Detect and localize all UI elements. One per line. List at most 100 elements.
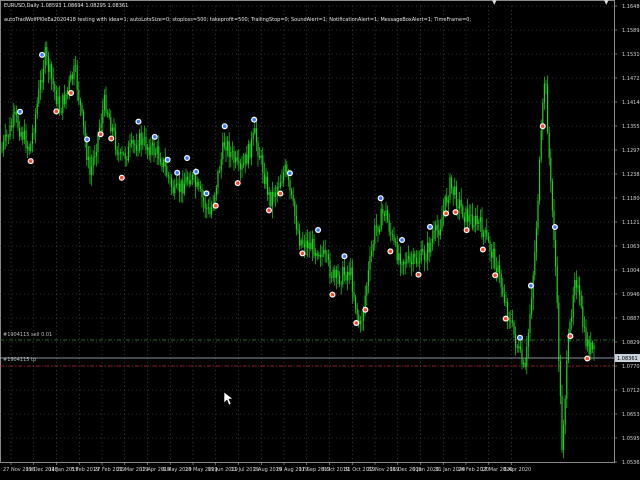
candle-body [324,249,326,254]
candle-body [150,145,152,156]
candle-body [395,241,397,243]
candle-body [319,254,321,258]
sell-arrow-dot [388,249,393,254]
sell-arrow-dot [300,251,305,256]
candle-body [460,199,462,207]
candle-body [423,252,425,260]
candle-body [121,152,123,154]
period-separator-arrow-icon: ▼ [604,0,609,6]
candle-body [259,156,261,158]
candle-body [479,217,481,222]
sell-arrow-dot [330,292,335,297]
candle-body [396,242,398,261]
candle-body [227,141,229,151]
candle-body [403,261,405,265]
candle-body [137,150,139,151]
tp-order-label: #1904115 tp [3,357,37,363]
candle-body [551,181,553,211]
candle-body [97,133,99,152]
candle-body [481,217,483,237]
candle-body [335,270,337,278]
candle-body [161,162,163,168]
candle-body [519,346,521,350]
sell-arrow-dot [464,228,469,232]
candle-body [356,308,358,315]
candle-body [52,78,54,85]
candle-body [433,230,435,239]
candle-body [347,271,349,281]
candle-body [463,216,465,222]
candle-body [543,83,545,103]
candle-body [148,147,150,156]
candle-body [166,166,168,176]
candle-body [366,285,368,296]
candle-body [295,215,297,230]
buy-arrow-dot [85,137,89,142]
candle-body [100,123,102,128]
price-chart[interactable]: 1.16480 1.15895 1.15310 1.14725 1.14140 1.135… [0,0,640,480]
candle-body [374,225,376,245]
candle-body [475,215,477,226]
candle-body [131,139,133,144]
buy-arrow-dot [252,117,256,122]
candle-body [83,111,85,127]
sell-arrow-dot [235,181,240,185]
candle-body [321,253,323,258]
candle-body [566,360,568,399]
candle-body [235,157,237,163]
candle-body [398,253,400,261]
candle-body [524,362,526,367]
sell-arrow-dot [28,159,33,163]
candle-body [427,242,429,260]
candle-body [75,65,77,67]
candle-body [511,320,513,323]
candle-body [257,142,259,157]
candle-body [116,149,118,155]
candle-body [219,171,221,172]
buy-arrow-dot [553,225,557,229]
candle-body [233,151,235,163]
candle-body [171,178,173,188]
candle-body [30,144,32,152]
candle-body [500,274,502,288]
candle-body [531,298,533,315]
price-label: 1.14140 [622,100,640,106]
time-axis: 27 Nov 201819 Dec 201814 Jan 20195 Feb 2… [3,462,531,473]
candle-body [451,177,453,189]
candle-body [518,346,520,348]
candle-body [540,130,542,160]
chart-window[interactable]: 1.16480 1.15895 1.15310 1.14725 1.14140 1.135… [0,0,640,480]
sell-arrow-dot [568,334,573,338]
candle-body [63,95,65,105]
sell-order-label: #1904115 sell 0.01 [3,332,53,338]
sell-arrow-dot [109,136,114,141]
candle-body [467,208,469,222]
candle-body [281,181,283,183]
candle-body [574,279,576,296]
candle-body [438,230,440,236]
candle-body [404,261,406,264]
buy-arrow-dot [136,119,141,124]
candle-body [372,244,374,251]
candle-body [307,240,309,249]
candle-body [558,302,560,362]
candle-body [105,94,107,113]
candle-body [539,159,541,201]
sell-arrow-dot [119,175,124,180]
candle-body [305,240,307,248]
candle-body [339,275,341,284]
candle-body [87,156,89,160]
candle-body [292,194,294,201]
candle-body [163,159,165,168]
candle-body [27,146,29,149]
candle-body [399,253,401,265]
candle-body [283,172,285,182]
buy-arrow-dot [152,135,157,139]
price-label: 1.05950 [622,436,640,442]
candle-body [86,140,88,160]
candle-body [446,196,448,203]
candle-body [71,74,73,80]
candle-body [193,175,195,176]
candle-body [577,285,579,288]
candle-body [22,132,24,140]
